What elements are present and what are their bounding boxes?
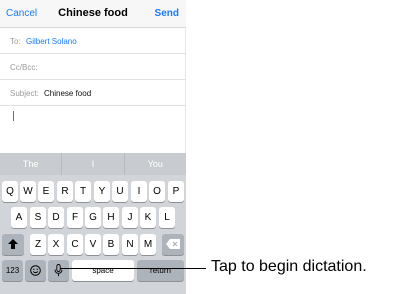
key-s[interactable]: S: [30, 207, 46, 228]
key-m[interactable]: M: [140, 234, 156, 255]
callout-leader-line: [60, 268, 206, 269]
shift-arrow-icon: [8, 239, 18, 249]
key-v[interactable]: V: [85, 234, 101, 255]
cc-bcc-label: Cc/Bcc:: [10, 63, 38, 72]
predictive-bar: The I You: [0, 153, 186, 175]
key-g[interactable]: G: [85, 207, 101, 228]
key-b[interactable]: B: [103, 234, 119, 255]
key-x[interactable]: X: [48, 234, 64, 255]
key-o[interactable]: O: [149, 181, 165, 202]
key-h[interactable]: H: [103, 207, 119, 228]
suggestion-2[interactable]: I: [61, 153, 123, 175]
mail-compose-screen: Cancel Chinese food Send To: Gilbert Sol…: [0, 0, 186, 294]
keyboard: The I You Q W E R T Y U I O P A S D F G …: [0, 153, 186, 294]
key-u[interactable]: U: [112, 181, 128, 202]
shift-key[interactable]: [2, 234, 24, 255]
key-e[interactable]: E: [38, 181, 54, 202]
send-button[interactable]: Send: [155, 8, 179, 19]
key-c[interactable]: C: [67, 234, 83, 255]
key-p[interactable]: P: [168, 181, 184, 202]
subject-label: Subject:: [10, 89, 39, 98]
backspace-icon: [166, 239, 180, 249]
emoji-smiley-icon: [30, 265, 41, 276]
key-w[interactable]: W: [20, 181, 36, 202]
key-n[interactable]: N: [122, 234, 138, 255]
microphone-icon: [54, 264, 63, 277]
space-key[interactable]: space: [72, 260, 134, 281]
key-k[interactable]: K: [140, 207, 156, 228]
to-label: To:: [10, 37, 21, 46]
dictation-callout: Tap to begin dictation.: [211, 258, 367, 275]
key-i[interactable]: I: [131, 181, 147, 202]
dictation-key[interactable]: [48, 260, 69, 281]
key-l[interactable]: L: [159, 207, 175, 228]
key-f[interactable]: F: [67, 207, 83, 228]
key-q[interactable]: Q: [2, 181, 18, 202]
emoji-key[interactable]: [25, 260, 46, 281]
suggestion-3[interactable]: You: [123, 153, 186, 175]
to-field[interactable]: To: Gilbert Solano: [0, 28, 186, 54]
subject-value[interactable]: Chinese food: [44, 89, 91, 98]
numbers-key[interactable]: 123: [2, 260, 23, 281]
delete-key[interactable]: [162, 234, 184, 255]
to-recipient[interactable]: Gilbert Solano: [26, 37, 77, 46]
navigation-bar: Cancel Chinese food Send: [0, 0, 186, 28]
suggestion-1[interactable]: The: [0, 153, 61, 175]
cc-bcc-field[interactable]: Cc/Bcc:: [0, 54, 186, 80]
return-key[interactable]: return: [137, 260, 184, 281]
key-j[interactable]: J: [122, 207, 138, 228]
key-y[interactable]: Y: [94, 181, 110, 202]
text-cursor: [13, 111, 14, 121]
subject-field[interactable]: Subject: Chinese food: [0, 80, 186, 106]
key-t[interactable]: T: [75, 181, 91, 202]
key-a[interactable]: A: [11, 207, 27, 228]
key-d[interactable]: D: [48, 207, 64, 228]
key-z[interactable]: Z: [30, 234, 46, 255]
key-r[interactable]: R: [57, 181, 73, 202]
